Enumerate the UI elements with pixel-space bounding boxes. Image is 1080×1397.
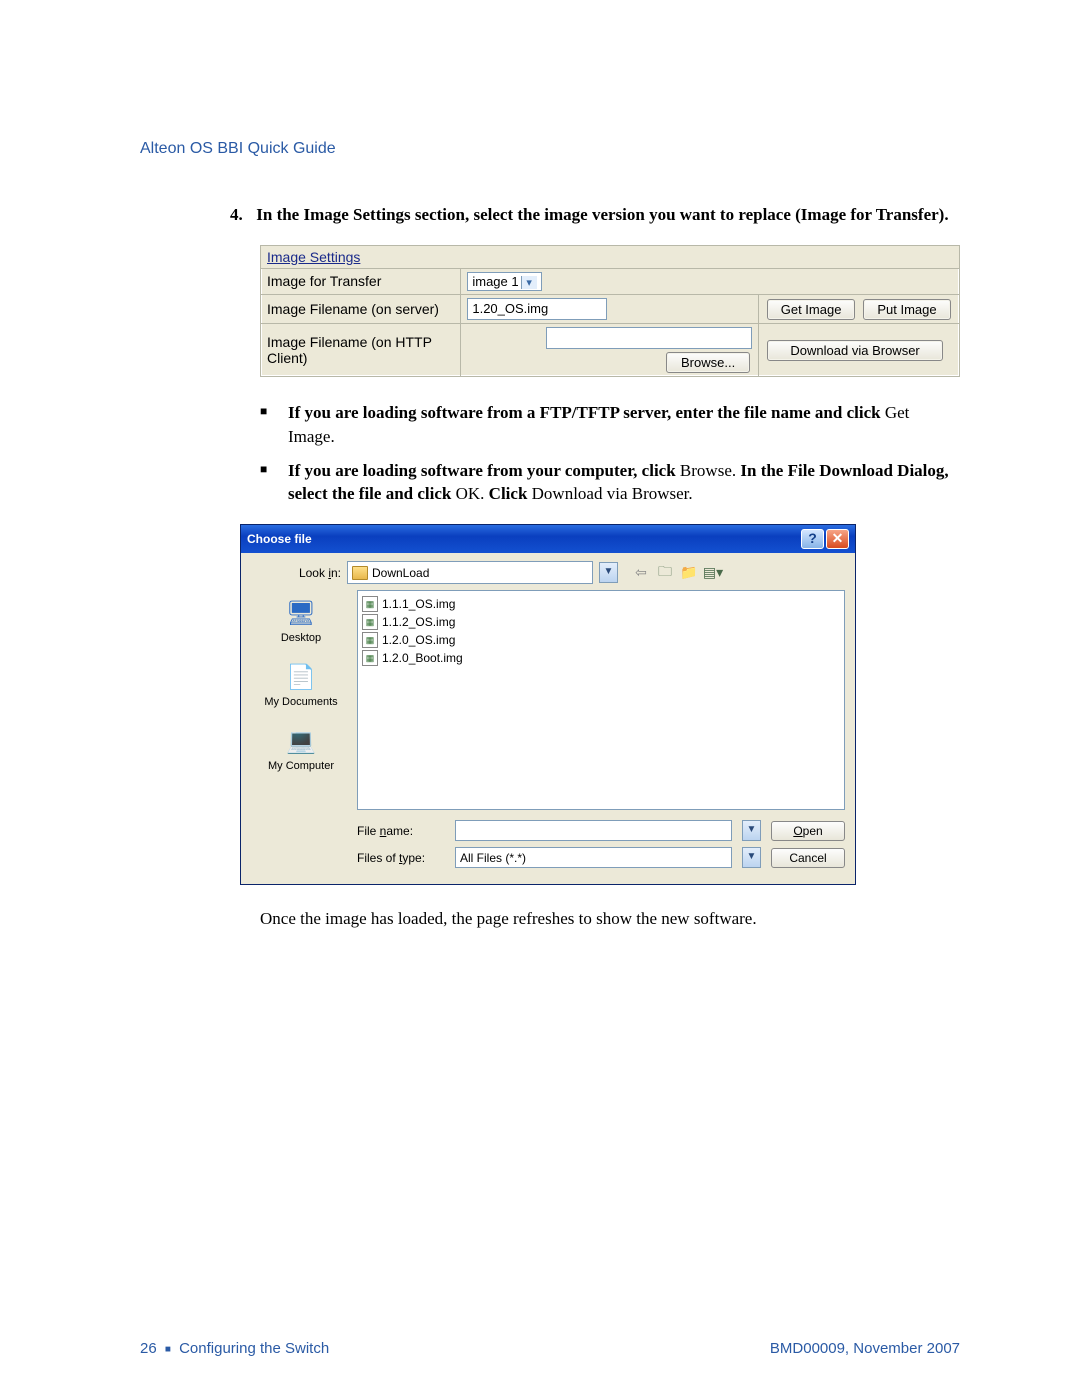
step-4-text: 4. In the Image Settings section, select… (230, 204, 960, 227)
cancel-button[interactable]: Cancel (771, 848, 845, 868)
image-filename-http-label: Image Filename (on HTTP Client) (261, 324, 461, 377)
filename-input[interactable] (455, 820, 732, 841)
up-folder-icon[interactable]: 🗀 (656, 564, 674, 582)
look-in-select[interactable]: DownLoad (347, 561, 593, 584)
final-paragraph: Once the image has loaded, the page refr… (260, 909, 960, 929)
list-item[interactable]: ▦1.1.2_OS.img (362, 613, 840, 631)
step-text-bold: In the Image Settings section, select th… (256, 205, 948, 224)
place-my-documents[interactable]: 📄 My Documents (251, 660, 351, 708)
place-desktop[interactable]: 🖥 Desktop (251, 596, 351, 644)
chevron-down-icon[interactable]: ▼ (742, 847, 761, 868)
file-icon: ▦ (362, 596, 378, 612)
page-number: 26 (140, 1340, 157, 1357)
file-icon: ▦ (362, 650, 378, 666)
help-icon[interactable]: ? (801, 529, 824, 549)
bullet-ftp-tftp: If you are loading software from a FTP/T… (260, 401, 960, 449)
list-item[interactable]: ▦1.2.0_OS.img (362, 631, 840, 649)
square-bullet-icon: ■ (165, 1344, 171, 1355)
file-list[interactable]: ▦1.1.1_OS.img ▦1.1.2_OS.img ▦1.2.0_OS.im… (357, 590, 845, 810)
page-footer: 26 ■ Configuring the Switch BMD00009, No… (140, 1340, 960, 1357)
choose-file-dialog: Choose file ? ✕ Look in: DownLoad ▼ ⇦ 🗀 … (240, 524, 856, 885)
image-settings-link[interactable]: Image Settings (267, 249, 360, 265)
image-settings-panel: Image Settings Image for Transfer image … (260, 245, 960, 377)
image-for-transfer-label: Image for Transfer (261, 268, 461, 294)
get-image-button[interactable]: Get Image (767, 299, 855, 320)
dialog-titlebar[interactable]: Choose file ? ✕ (241, 525, 855, 553)
view-menu-icon[interactable]: ▤▾ (704, 564, 722, 582)
footer-section: Configuring the Switch (179, 1340, 329, 1357)
step-number: 4. (230, 204, 252, 227)
list-item[interactable]: ▦1.1.1_OS.img (362, 595, 840, 613)
look-in-label: Look in: (251, 566, 341, 580)
download-via-browser-button[interactable]: Download via Browser (767, 340, 943, 361)
image-filename-server-label: Image Filename (on server) (261, 295, 461, 324)
computer-icon: 💻 (281, 724, 321, 758)
bullet-browser-load: If you are loading software from your co… (260, 459, 960, 507)
chevron-down-icon[interactable]: ▼ (742, 820, 761, 841)
dialog-title: Choose file (247, 532, 312, 546)
file-icon: ▦ (362, 632, 378, 648)
put-image-button[interactable]: Put Image (863, 299, 951, 320)
browse-button[interactable]: Browse... (666, 352, 750, 373)
folder-icon (352, 566, 368, 580)
documents-icon: 📄 (281, 660, 321, 694)
instruction-bullets: If you are loading software from a FTP/T… (260, 401, 960, 506)
new-folder-icon[interactable]: 📁 (680, 564, 698, 582)
list-item[interactable]: ▦1.2.0_Boot.img (362, 649, 840, 667)
image-filename-server-input[interactable]: 1.20_OS.img (467, 298, 607, 320)
chevron-down-icon[interactable]: ▾ (521, 276, 537, 289)
page-header-title: Alteon OS BBI Quick Guide (140, 140, 960, 158)
image-for-transfer-select[interactable]: image 1▾ (467, 272, 541, 291)
open-button[interactable]: Open (771, 821, 845, 841)
place-my-computer[interactable]: 💻 My Computer (251, 724, 351, 772)
filetype-select[interactable]: All Files (*.*) (455, 847, 732, 868)
footer-right: BMD00009, November 2007 (770, 1340, 960, 1357)
file-icon: ▦ (362, 614, 378, 630)
filename-label: File name: (357, 824, 445, 838)
image-filename-http-input[interactable] (546, 327, 752, 349)
back-icon[interactable]: ⇦ (632, 564, 650, 582)
places-bar: 🖥 Desktop 📄 My Documents 💻 My Computer (251, 590, 351, 874)
chevron-down-icon[interactable]: ▼ (599, 562, 618, 583)
filetype-label: Files of type: (357, 851, 445, 865)
desktop-icon: 🖥 (281, 596, 321, 630)
close-icon[interactable]: ✕ (826, 529, 849, 549)
